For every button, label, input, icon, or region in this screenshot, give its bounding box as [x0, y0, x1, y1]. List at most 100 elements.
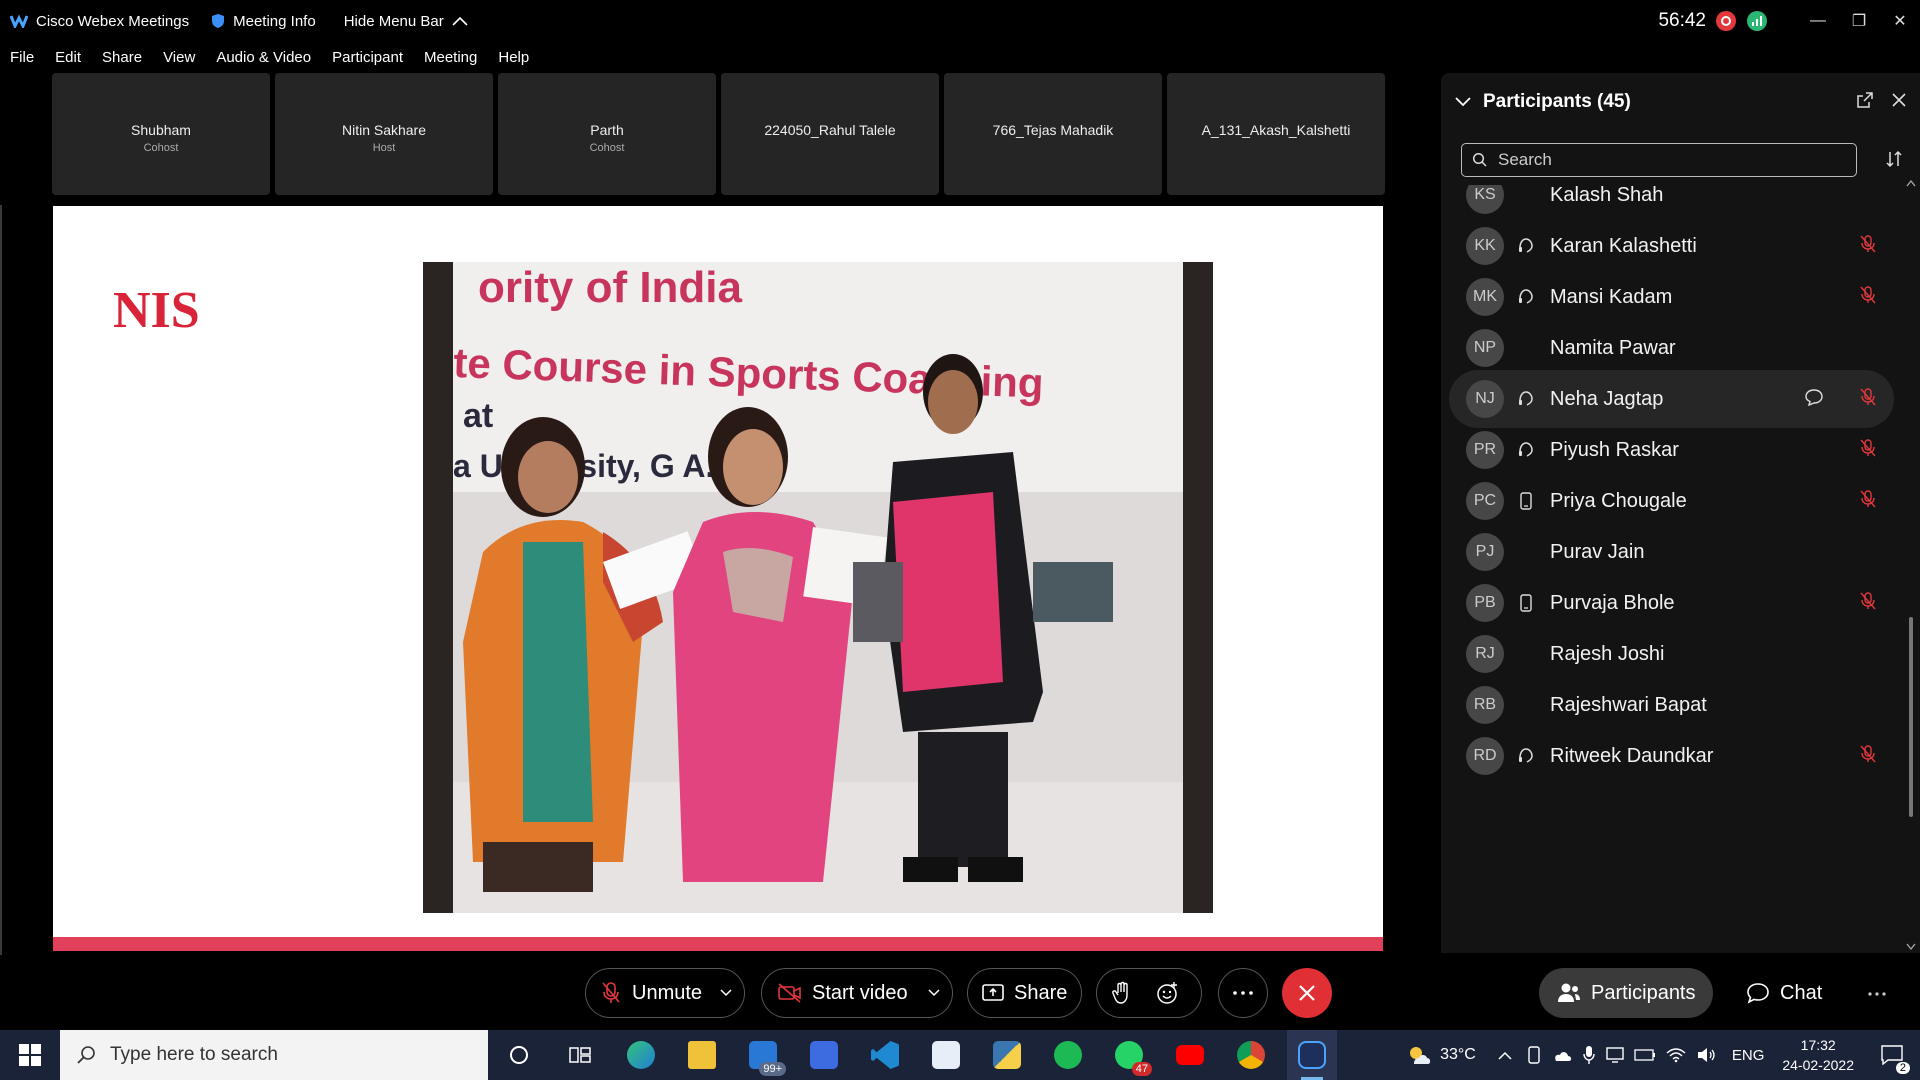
participant-search-input[interactable]	[1498, 150, 1838, 170]
menu-participant[interactable]: Participant	[332, 49, 403, 66]
tile-name: Shubham	[131, 122, 191, 138]
taskbar-spotify[interactable]	[1043, 1030, 1093, 1080]
onedrive-icon[interactable]	[1552, 1048, 1572, 1062]
participant-scrollbar[interactable]	[1906, 179, 1916, 951]
start-button[interactable]	[0, 1030, 60, 1080]
sort-icon[interactable]	[1884, 149, 1904, 169]
participant-search-field[interactable]	[1461, 143, 1857, 177]
taskbar-app-blue[interactable]	[799, 1030, 849, 1080]
edge-icon	[627, 1041, 655, 1069]
chevron-down-icon[interactable]	[1455, 97, 1471, 107]
close-panel-icon[interactable]	[1890, 91, 1908, 109]
mic-muted-icon[interactable]	[1859, 285, 1877, 310]
menu-meeting[interactable]: Meeting	[424, 49, 477, 66]
taskbar-whatsapp[interactable]: 47	[1104, 1030, 1154, 1080]
participant-row[interactable]: PJ Purav Jain	[1449, 523, 1894, 581]
leave-meeting-button[interactable]	[1282, 968, 1332, 1018]
task-view-button[interactable]	[555, 1030, 605, 1080]
microphone-icon[interactable]	[1582, 1045, 1596, 1065]
mic-muted-icon[interactable]	[1859, 744, 1877, 769]
video-tile[interactable]: Shubham Cohost	[52, 73, 270, 195]
chat-icon[interactable]	[1804, 388, 1824, 411]
scroll-down-icon[interactable]	[1906, 943, 1916, 951]
chat-button[interactable]: Chat	[1742, 968, 1862, 1018]
mic-muted-icon[interactable]	[1859, 387, 1877, 412]
menu-edit[interactable]: Edit	[55, 49, 81, 66]
menu-share[interactable]: Share	[102, 49, 142, 66]
mic-muted-icon[interactable]	[1859, 438, 1877, 463]
taskbar-vscode[interactable]	[860, 1030, 910, 1080]
cortana-button[interactable]	[494, 1030, 544, 1080]
participant-row[interactable]: MK Mansi Kadam	[1449, 268, 1894, 326]
participant-row[interactable]: NJ Neha Jagtap	[1449, 370, 1894, 428]
video-tile[interactable]: A_131_Akash_Kalshetti	[1167, 73, 1385, 195]
menu-help[interactable]: Help	[498, 49, 529, 66]
taskbar-webex[interactable]	[1287, 1030, 1337, 1080]
system-clock[interactable]: 17:32 24-02-2022	[1782, 1035, 1854, 1075]
chevron-down-icon[interactable]	[928, 989, 940, 997]
tile-role: Host	[372, 142, 396, 154]
mic-muted-icon[interactable]	[1859, 234, 1877, 259]
restore-button[interactable]: ❐	[1839, 0, 1879, 42]
scrollbar-thumb[interactable]	[1909, 617, 1913, 817]
taskbar-youtube[interactable]	[1165, 1030, 1215, 1080]
meeting-info-button[interactable]: Meeting Info	[211, 13, 316, 30]
participant-row[interactable]: PR Piyush Raskar	[1449, 421, 1894, 479]
participant-row[interactable]: PC Priya Chougale	[1449, 472, 1894, 530]
volume-icon[interactable]	[1696, 1047, 1716, 1063]
chevron-up-icon[interactable]	[1498, 1051, 1512, 1060]
tile-role: Cohost	[589, 142, 625, 154]
participants-header[interactable]: Participants (45)	[1455, 91, 1631, 113]
raise-hand-icon[interactable]	[1111, 981, 1133, 1005]
participant-row[interactable]: RJ Rajesh Joshi	[1449, 625, 1894, 683]
participant-row[interactable]: KK Karan Kalashetti	[1449, 217, 1894, 275]
wifi-icon[interactable]	[1666, 1047, 1686, 1063]
taskbar-python[interactable]	[982, 1030, 1032, 1080]
menu-view[interactable]: View	[163, 49, 195, 66]
taskbar-edge[interactable]	[616, 1030, 666, 1080]
scroll-up-icon[interactable]	[1906, 179, 1916, 187]
taskbar-file-explorer[interactable]	[677, 1030, 727, 1080]
participant-name: Mansi Kadam	[1550, 285, 1673, 308]
taskbar-search-box[interactable]: Type here to search	[60, 1030, 488, 1080]
language-indicator[interactable]: ENG	[1732, 1047, 1765, 1064]
video-tile[interactable]: 766_Tejas Mahadik	[944, 73, 1162, 195]
participant-name: Neha Jagtap	[1550, 387, 1664, 410]
video-tile[interactable]: Nitin Sakhare Host	[275, 73, 493, 195]
close-window-button[interactable]: ✕	[1880, 0, 1920, 42]
weather-icon[interactable]	[1406, 1044, 1432, 1066]
notification-count: 2	[1895, 1062, 1910, 1074]
chat-label: Chat	[1780, 981, 1823, 1004]
reactions-icon[interactable]	[1155, 981, 1179, 1005]
mic-muted-icon[interactable]	[1859, 591, 1877, 616]
taskbar-mail[interactable]: 99+	[738, 1030, 788, 1080]
participants-button[interactable]: Participants	[1539, 968, 1713, 1018]
participant-row[interactable]: PB Purvaja Bhole	[1449, 574, 1894, 632]
panel-more-button[interactable]	[1868, 983, 1886, 1001]
taskbar-chrome[interactable]	[1226, 1030, 1276, 1080]
unmute-button[interactable]: Unmute	[585, 968, 745, 1018]
device-icon[interactable]	[1526, 1046, 1542, 1064]
more-options-button[interactable]	[1218, 968, 1268, 1018]
participant-row[interactable]: RD Ritweek Daundkar	[1449, 727, 1894, 785]
battery-icon[interactable]	[1634, 1049, 1656, 1061]
start-video-button[interactable]: Start video	[761, 968, 953, 1018]
pop-out-icon[interactable]	[1856, 91, 1874, 109]
menu-audio-video[interactable]: Audio & Video	[216, 49, 311, 66]
windows-logo-icon	[19, 1044, 41, 1066]
mic-muted-icon[interactable]	[1859, 489, 1877, 514]
display-icon[interactable]	[1606, 1047, 1624, 1063]
chevron-down-icon[interactable]	[720, 989, 732, 997]
participant-name: Kalash Shah	[1550, 185, 1664, 206]
video-tile[interactable]: Parth Cohost	[498, 73, 716, 195]
menu-file[interactable]: File	[10, 49, 34, 66]
taskbar-documents[interactable]	[921, 1030, 971, 1080]
share-button[interactable]: Share	[967, 968, 1082, 1018]
participant-row[interactable]: RB Rajeshwari Bapat	[1449, 676, 1894, 734]
notifications-button[interactable]: 2	[1872, 1030, 1912, 1080]
participant-row[interactable]: NP Namita Pawar	[1449, 319, 1894, 377]
video-tile[interactable]: 224050_Rahul Talele	[721, 73, 939, 195]
avatar: KS	[1466, 185, 1504, 214]
minimize-button[interactable]: —	[1798, 0, 1838, 42]
hide-menu-bar-button[interactable]: Hide Menu Bar	[344, 13, 468, 30]
